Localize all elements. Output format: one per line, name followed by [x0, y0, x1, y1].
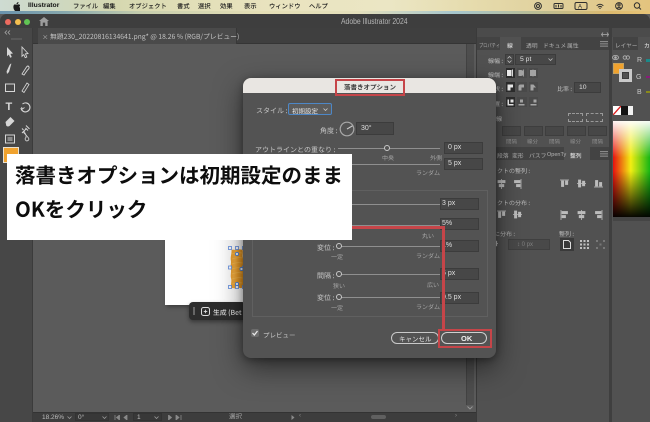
svg-text:A: A — [578, 4, 582, 10]
svg-text:T: T — [6, 101, 13, 113]
